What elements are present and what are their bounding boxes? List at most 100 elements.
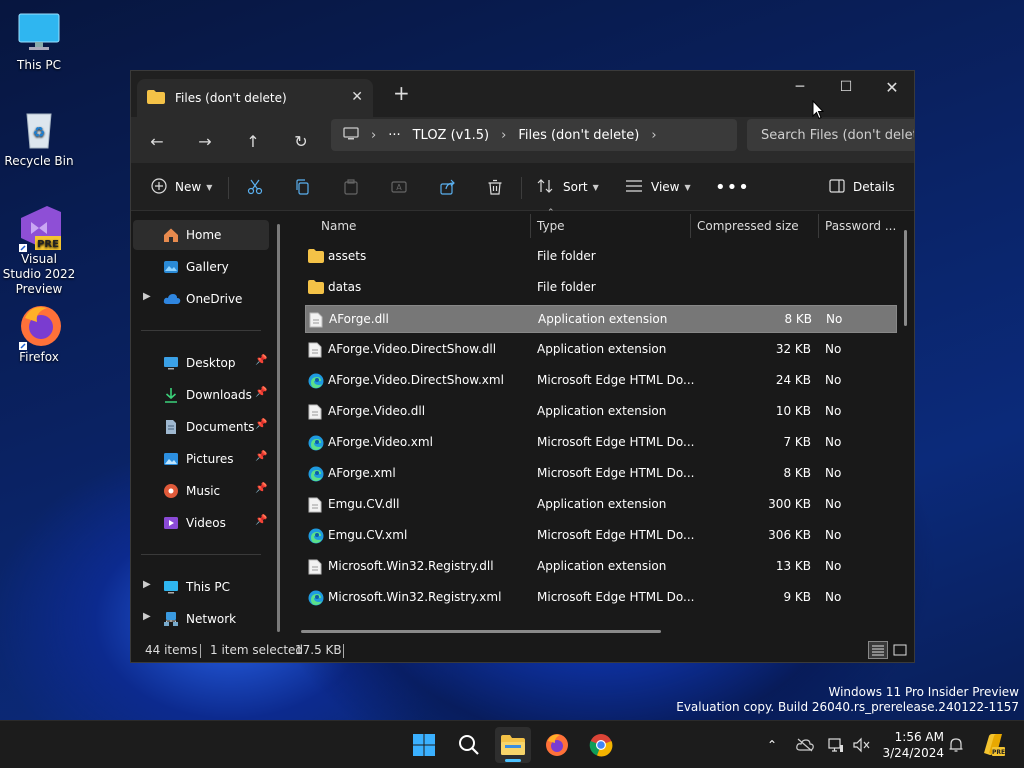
notification-bell-icon[interactable] [946, 721, 966, 768]
file-row[interactable]: AForge.Video.xml Microsoft Edge HTML Do..… [305, 429, 897, 457]
column-divider[interactable] [530, 214, 531, 238]
tab-files[interactable]: Files (don't delete) ✕ [137, 79, 373, 117]
new-tab-button[interactable]: + [393, 83, 410, 103]
more-options-button[interactable]: ••• [715, 173, 750, 201]
videos-icon [163, 515, 179, 531]
watermark-line-2: Evaluation copy. Build 26040.rs_prerelea… [676, 700, 1019, 714]
delete-icon[interactable] [483, 175, 507, 199]
nav-item-videos[interactable]: Videos 📌 [133, 508, 269, 538]
tab-close-icon[interactable]: ✕ [351, 89, 363, 105]
column-header-password[interactable]: Password ... [825, 212, 896, 240]
breadcrumb-item[interactable]: TLOZ (v1.5) [413, 128, 490, 143]
chevron-right-icon[interactable]: › [651, 128, 656, 143]
sort-icon [537, 178, 555, 197]
network-status-icon[interactable] [826, 721, 846, 768]
nav-scrollbar[interactable] [277, 224, 280, 632]
file-size: 10 KB [775, 404, 811, 418]
nav-item-gallery[interactable]: Gallery [133, 252, 269, 282]
nav-item-this-pc[interactable]: ▶ This PC [133, 572, 269, 602]
onedrive-offline-icon[interactable] [794, 721, 816, 768]
up-button[interactable]: ↑ [239, 127, 267, 155]
paste-icon[interactable] [339, 175, 363, 199]
file-row[interactable]: Emgu.CV.xml Microsoft Edge HTML Do... 306 … [305, 522, 897, 550]
nav-item-home[interactable]: Home [133, 220, 269, 250]
nav-item-network[interactable]: ▶ Network [133, 604, 269, 634]
nav-item-documents[interactable]: Documents 📌 [133, 412, 269, 442]
file-row[interactable]: AForge.Video.DirectShow.xml Microsoft Edg… [305, 367, 897, 395]
column-header-type[interactable]: Type [537, 212, 565, 240]
desktop-icon-recycle-bin[interactable]: ♻ Recycle Bin [1, 106, 77, 168]
maximize-button[interactable]: ☐ [823, 71, 869, 103]
show-hidden-icons-button[interactable]: ⌃ [762, 721, 782, 768]
file-row[interactable]: AForge.xml Microsoft Edge HTML Do... 8 KB N… [305, 460, 897, 488]
column-divider[interactable] [818, 214, 819, 238]
chevron-right-icon[interactable]: ▶ [143, 291, 151, 302]
more-icon[interactable]: ··· [388, 128, 400, 143]
start-button[interactable] [406, 727, 442, 763]
file-row[interactable]: Microsoft.Win32.Registry.xml Microsoft Ed… [305, 584, 897, 612]
new-button[interactable]: New ▼ [151, 173, 212, 201]
pin-icon[interactable]: 📌 [255, 515, 267, 526]
nav-item-desktop[interactable]: Desktop 📌 [133, 348, 269, 378]
nav-item-pictures[interactable]: Pictures 📌 [133, 444, 269, 474]
back-button[interactable]: ← [143, 127, 171, 155]
file-row[interactable]: Emgu.CV.dll Application extension 300 KB No [305, 491, 897, 519]
address-bar[interactable]: › ··· TLOZ (v1.5) › Files (don't delete)… [331, 119, 737, 151]
title-bar[interactable]: Files (don't delete) ✕ + ─ ☐ ✕ [131, 71, 914, 117]
column-header-compressed-size[interactable]: Compressed size [697, 212, 799, 240]
close-button[interactable]: ✕ [869, 71, 914, 103]
details-view-icon[interactable] [868, 641, 888, 659]
file-row[interactable]: AForge.Video.dll Application extension 10 … [305, 398, 897, 426]
pin-icon[interactable]: 📌 [255, 451, 267, 462]
details-button[interactable]: Details [829, 173, 895, 201]
file-name: assets [328, 249, 367, 263]
file-row[interactable]: datas File folder [305, 274, 897, 302]
sort-button[interactable]: Sort ▼ [537, 173, 599, 201]
copilot-preview-icon[interactable]: PRE [978, 721, 1008, 768]
file-explorer-taskbar-button[interactable] [495, 727, 531, 763]
pin-icon[interactable]: 📌 [255, 355, 267, 366]
file-row[interactable]: AForge.Video.DirectShow.dll Application e… [305, 336, 897, 364]
nav-item-downloads[interactable]: Downloads 📌 [133, 380, 269, 410]
firefox-taskbar-button[interactable] [539, 727, 575, 763]
vertical-scrollbar[interactable] [904, 230, 907, 326]
address-toolbar: ← → ↑ ↻ › ··· TLOZ (v1.5) › Files (don't… [131, 117, 914, 163]
chevron-right-icon[interactable]: ▶ [143, 611, 151, 622]
cut-icon[interactable] [243, 175, 267, 199]
details-label: Details [853, 180, 895, 194]
minimize-button[interactable]: ─ [777, 71, 823, 103]
file-row[interactable]: Microsoft.Win32.Registry.dll Application … [305, 553, 897, 581]
breadcrumb-item[interactable]: Files (don't delete) [518, 128, 639, 143]
desktop-icon-firefox[interactable]: Firefox [1, 302, 77, 364]
desktop-icon-visual-studio[interactable]: PRE Visual Studio 2022 Preview [1, 204, 77, 297]
search-input[interactable]: Search Files (don't delete) [747, 119, 914, 151]
column-divider[interactable] [690, 214, 691, 238]
column-header-name[interactable]: Name [321, 212, 356, 240]
chevron-right-icon[interactable]: ▶ [143, 579, 151, 590]
monitor-icon [343, 126, 359, 144]
file-row[interactable]: AForge.dll Application extension 8 KB No [305, 305, 897, 333]
view-button[interactable]: View ▼ [625, 173, 691, 201]
volume-muted-icon[interactable] [852, 721, 872, 768]
copy-icon[interactable] [291, 175, 315, 199]
search-button[interactable] [451, 727, 487, 763]
tiles-view-icon[interactable] [890, 641, 910, 659]
file-row[interactable]: assets File folder [305, 243, 897, 271]
refresh-button[interactable]: ↻ [287, 127, 315, 155]
file-password: No [825, 528, 842, 542]
pin-icon[interactable]: 📌 [255, 419, 267, 430]
pin-icon[interactable]: 📌 [255, 387, 267, 398]
nav-item-onedrive[interactable]: ▶ OneDrive [133, 284, 269, 314]
file-password: No [826, 312, 843, 326]
clock[interactable]: 1:56 AM 3/24/2024 [882, 729, 944, 761]
desktop-icon-this-pc[interactable]: This PC [1, 10, 77, 72]
pin-icon[interactable]: 📌 [255, 483, 267, 494]
chrome-taskbar-button[interactable] [583, 727, 619, 763]
rename-icon[interactable]: A [387, 175, 411, 199]
nav-item-music[interactable]: Music 📌 [133, 476, 269, 506]
forward-button[interactable]: → [191, 127, 219, 155]
new-label: New [175, 180, 202, 194]
share-icon[interactable] [436, 175, 460, 199]
horizontal-scrollbar[interactable] [301, 630, 661, 633]
view-list-icon [625, 179, 643, 196]
